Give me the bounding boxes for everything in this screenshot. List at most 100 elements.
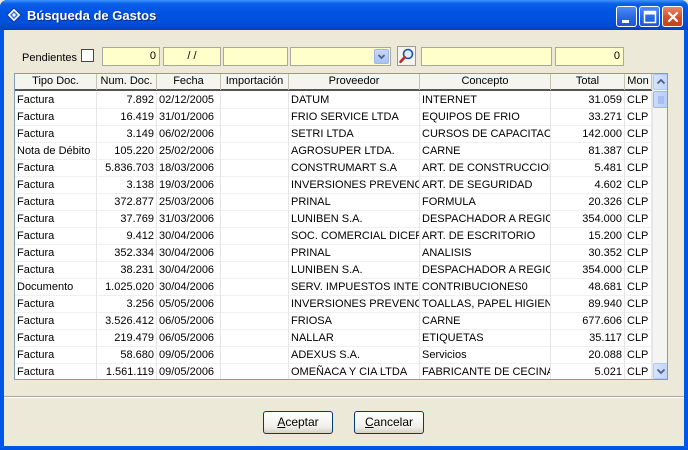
col-header-proveedor[interactable]: Proveedor (289, 74, 420, 90)
col-header-fecha[interactable]: Fecha (157, 74, 221, 90)
cell-proveedor: SOC. COMERCIAL DICER LTDA (289, 228, 420, 245)
cell-concepto: TOALLAS, PAPEL HIGIENICO (420, 296, 551, 313)
cell-proveedor: INVERSIONES PREVENCEAN (289, 296, 420, 313)
cell-moneda: CLP (625, 143, 652, 160)
col-header-concepto[interactable]: Concepto (420, 74, 551, 90)
table-row[interactable]: Factura 3.138 19/03/2006 INVERSIONES PREVEN… (15, 177, 652, 194)
num-doc-filter-input[interactable]: 0 (102, 47, 160, 66)
importacion-filter-input[interactable] (223, 47, 288, 66)
cell-fecha: 25/03/2006 (157, 194, 221, 211)
maximize-icon (643, 10, 657, 24)
cell-total: 15.200 (551, 228, 625, 245)
cell-fecha: 05/05/2006 (157, 296, 221, 313)
table-row[interactable]: Factura 352.334 30/04/2006 PRINAL ANALISIS 30… (15, 245, 652, 262)
cell-tipo-doc: Factura (15, 109, 97, 126)
cell-importacion (221, 364, 289, 379)
cell-proveedor: NALLAR (289, 330, 420, 347)
cell-tipo-doc: Factura (15, 160, 97, 177)
title-bar[interactable]: Búsqueda de Gastos (0, 0, 688, 30)
cancel-label: ancelar (373, 415, 414, 429)
cell-moneda: CLP (625, 262, 652, 279)
table-row[interactable]: Factura 219.479 06/05/2006 NALLAR ETIQUETAS 3… (15, 330, 652, 347)
col-header-total[interactable]: Total (551, 74, 625, 90)
cell-tipo-doc: Documento (15, 279, 97, 296)
col-header-moneda[interactable]: Mon (625, 74, 652, 90)
cell-num-doc: 3.256 (97, 296, 157, 313)
app-diamond-icon (6, 7, 22, 23)
scroll-thumb[interactable] (653, 91, 667, 108)
table-row[interactable]: Nota de Débito 105.220 25/02/2006 AGROSUPER… (15, 143, 652, 160)
proveedor-filter-combo[interactable] (290, 47, 391, 66)
chevron-down-icon (656, 368, 666, 375)
cell-num-doc: 1.561.119 (97, 364, 157, 379)
col-header-importacion[interactable]: Importación (221, 74, 289, 90)
close-button[interactable] (662, 6, 683, 27)
combo-dropdown-button[interactable] (374, 49, 389, 64)
cell-importacion (221, 126, 289, 143)
cell-proveedor: FRIOSA (289, 313, 420, 330)
cell-proveedor: PRINAL (289, 194, 420, 211)
col-header-tipo-doc[interactable]: Tipo Doc. (15, 74, 97, 90)
cell-moneda: CLP (625, 160, 652, 177)
table-row[interactable]: Factura 16.419 31/01/2006 FRIO SERVICE LTDA… (15, 109, 652, 126)
cell-moneda: CLP (625, 211, 652, 228)
table-row[interactable]: Factura 58.680 09/05/2006 ADEXUS S.A. Servic… (15, 347, 652, 364)
vertical-scrollbar[interactable] (652, 74, 667, 379)
cell-fecha: 02/12/2005 (157, 92, 221, 109)
cell-tipo-doc: Factura (15, 330, 97, 347)
col-header-num-doc[interactable]: Num. Doc. (97, 74, 157, 90)
accept-button[interactable]: Aceptar (263, 411, 333, 434)
cell-tipo-doc: Nota de Débito (15, 143, 97, 160)
table-row[interactable]: Factura 7.892 02/12/2005 DATUM INTERNET 31.05… (15, 92, 652, 109)
cell-total: 89.940 (551, 296, 625, 313)
table-row[interactable]: Factura 3.526.412 06/05/2006 FRIOSA CARNE 677… (15, 313, 652, 330)
search-button[interactable] (397, 46, 416, 66)
expenses-table[interactable]: Tipo Doc. Num. Doc. Fecha Importación Pr… (14, 73, 668, 380)
cell-total: 31.059 (551, 92, 625, 109)
fecha-filter-input[interactable]: / / (163, 47, 221, 66)
cell-concepto: ANALISIS (420, 245, 551, 262)
cell-tipo-doc: Factura (15, 347, 97, 364)
cell-total: 33.271 (551, 109, 625, 126)
concepto-filter-input[interactable] (421, 47, 552, 66)
cell-num-doc: 352.334 (97, 245, 157, 262)
cell-total: 354.000 (551, 262, 625, 279)
cell-concepto: FABRICANTE DE CECINAS (420, 364, 551, 379)
cell-moneda: CLP (625, 245, 652, 262)
table-row[interactable]: Factura 3.256 05/05/2006 INVERSIONES PREVEN… (15, 296, 652, 313)
cell-total: 142.000 (551, 126, 625, 143)
cell-importacion (221, 160, 289, 177)
cell-num-doc: 37.769 (97, 211, 157, 228)
total-filter-input[interactable]: 0 (555, 47, 624, 66)
cell-tipo-doc: Factura (15, 245, 97, 262)
table-row[interactable]: Factura 37.769 31/03/2006 LUNIBEN S.A. DESPA… (15, 211, 652, 228)
cell-fecha: 18/03/2006 (157, 160, 221, 177)
cell-proveedor: LUNIBEN S.A. (289, 262, 420, 279)
cell-moneda: CLP (625, 330, 652, 347)
table-row[interactable]: Factura 38.231 30/04/2006 LUNIBEN S.A. DESPA… (15, 262, 652, 279)
table-row[interactable]: Factura 3.149 06/02/2006 SETRI LTDA CURSOS D… (15, 126, 652, 143)
cell-concepto: CARNE (420, 143, 551, 160)
cell-proveedor: FRIO SERVICE LTDA (289, 109, 420, 126)
pendientes-checkbox[interactable] (81, 49, 94, 62)
cell-moneda: CLP (625, 126, 652, 143)
cell-fecha: 25/02/2006 (157, 143, 221, 160)
cell-fecha: 30/04/2006 (157, 228, 221, 245)
cell-importacion (221, 279, 289, 296)
table-row[interactable]: Factura 1.561.119 09/05/2006 OMEÑACA Y CIA … (15, 364, 652, 379)
cell-importacion (221, 177, 289, 194)
cancel-button[interactable]: Cancelar (354, 411, 424, 434)
minimize-icon (622, 20, 629, 23)
maximize-button[interactable] (639, 6, 660, 27)
table-row[interactable]: Factura 5.836.703 18/03/2006 CONSTRUMART S.… (15, 160, 652, 177)
table-row[interactable]: Factura 9.412 30/04/2006 SOC. COMERCIAL DIC… (15, 228, 652, 245)
cell-importacion (221, 296, 289, 313)
cell-concepto: CONTRIBUCIONES0 (420, 279, 551, 296)
cell-importacion (221, 211, 289, 228)
scroll-down-button[interactable] (653, 363, 667, 379)
minimize-button[interactable] (616, 6, 637, 27)
table-row[interactable]: Documento 1.025.020 30/04/2006 SERV. IMPUES… (15, 279, 652, 296)
scroll-up-button[interactable] (653, 74, 667, 90)
table-row[interactable]: Factura 372.877 25/03/2006 PRINAL FORMULA 20.… (15, 194, 652, 211)
cell-proveedor: PRINAL (289, 245, 420, 262)
